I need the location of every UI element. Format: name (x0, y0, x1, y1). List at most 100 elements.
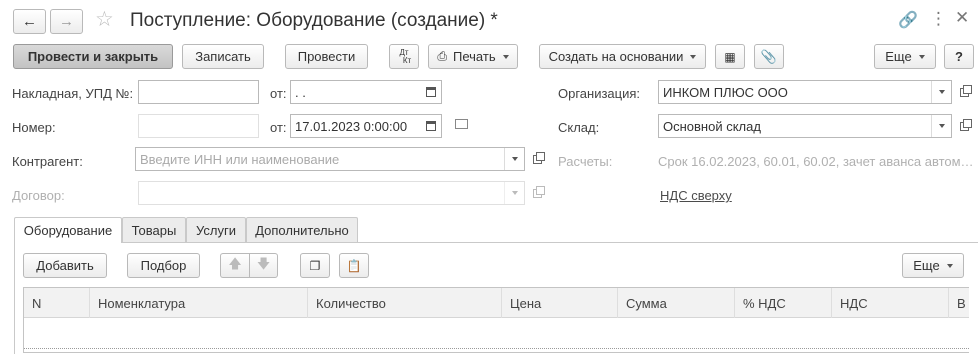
open-icon (532, 185, 545, 198)
help-button[interactable]: ? (944, 44, 974, 69)
column-header-vat-rate[interactable]: % НДС (735, 288, 832, 318)
warehouse-value: Основной склад (663, 118, 761, 134)
open-icon (959, 118, 972, 131)
column-header-price[interactable]: Цена (502, 288, 618, 318)
table-more-label: Еще (913, 258, 940, 273)
counterparty-label: Контрагент: (12, 154, 83, 169)
arrow-up-icon: 🡅 (228, 255, 242, 271)
write-button[interactable]: Записать (182, 44, 264, 69)
number-label: Номер: (12, 120, 56, 135)
chevron-down-icon (511, 191, 518, 195)
link-icon[interactable]: 🔗 (898, 10, 918, 30)
open-icon (959, 84, 972, 97)
column-header-vat[interactable]: НДС (832, 288, 949, 318)
move-up-button[interactable]: 🡅 (220, 253, 249, 278)
chevron-down-icon (511, 157, 518, 161)
chevron-down-icon (938, 90, 945, 94)
organization-value: ИНКОМ ПЛЮС ООО (663, 84, 788, 100)
paste-button[interactable]: 📋 (339, 253, 369, 278)
warehouse-dropdown-button[interactable] (931, 115, 951, 137)
number-input[interactable] (138, 114, 259, 138)
copy-button[interactable]: ❐ (300, 253, 330, 278)
chevron-down-icon (918, 54, 925, 59)
tab-goods[interactable]: Товары (122, 217, 186, 242)
close-icon[interactable]: ✕ (955, 8, 969, 28)
date-input[interactable]: 17.01.2023 0:00:00 (290, 114, 442, 138)
comment-icon[interactable] (455, 119, 468, 129)
tab-services[interactable]: Услуги (186, 217, 246, 242)
chevron-down-icon (938, 124, 945, 128)
attach-button[interactable]: 📎 (754, 44, 784, 69)
arrow-right-icon: → (59, 13, 74, 30)
calendar-button[interactable] (421, 115, 441, 137)
table-more-button[interactable]: Еще (902, 253, 964, 278)
date-from-label: от: (270, 120, 287, 135)
column-header-quantity[interactable]: Количество (308, 288, 502, 318)
warehouse-open-button[interactable] (953, 114, 975, 138)
copy-icon: ❐ (309, 258, 321, 273)
counterparty-open-button[interactable] (526, 147, 548, 171)
calendar-button[interactable] (421, 81, 441, 103)
chevron-down-icon (946, 263, 953, 268)
tab-equipment[interactable]: Оборудование (14, 217, 122, 243)
more-button[interactable]: Еще (874, 44, 936, 69)
organization-open-button[interactable] (953, 80, 975, 104)
kt-label: Кт (402, 55, 412, 65)
counterparty-dropdown-button[interactable] (504, 148, 524, 170)
chevron-down-icon (690, 54, 697, 59)
date-value: 17.01.2023 0:00:00 (295, 118, 408, 134)
forward-button[interactable]: → (50, 9, 83, 34)
organization-label: Организация: (558, 86, 641, 101)
dt-kt-button[interactable]: Дт Кт (389, 44, 419, 69)
invoice-number-input[interactable] (138, 80, 259, 104)
contract-dropdown-button (504, 182, 524, 204)
arrow-left-icon: ← (22, 13, 37, 30)
tab-additional[interactable]: Дополнительно (246, 217, 358, 242)
contract-label: Договор: (12, 188, 65, 203)
contract-input (138, 181, 525, 205)
select-button[interactable]: Подбор (127, 253, 200, 278)
more-vert-icon[interactable]: ⋮ (930, 9, 947, 29)
calendar-icon (426, 87, 436, 97)
invoice-from-label: от: (270, 86, 287, 101)
post-and-close-button[interactable]: Провести и закрыть (13, 44, 173, 69)
print-button[interactable]: ⎙ Печать (428, 44, 518, 69)
vat-link[interactable]: НДС сверху (660, 188, 732, 203)
paste-icon: 📋 (346, 258, 362, 273)
column-header-n[interactable]: N (24, 288, 90, 318)
open-icon (532, 151, 545, 164)
arrow-down-icon: 🡇 (256, 255, 271, 271)
favorite-star-icon[interactable]: ☆ (95, 7, 114, 32)
invoice-date-value: . . (295, 84, 306, 100)
structure-icon: ▦ (724, 49, 736, 64)
printer-icon: ⎙ (437, 49, 447, 63)
add-button[interactable]: Добавить (23, 253, 107, 278)
back-button[interactable]: ← (13, 9, 46, 34)
warehouse-input[interactable]: Основной склад (658, 114, 952, 138)
invoice-label: Накладная, УПД №: (12, 86, 134, 101)
organization-dropdown-button[interactable] (931, 81, 951, 103)
counterparty-input[interactable]: Введите ИНН или наименование (135, 147, 525, 171)
warehouse-label: Склад: (558, 120, 600, 135)
settlements-label: Расчеты: (558, 154, 613, 169)
column-header-sum[interactable]: Сумма (618, 288, 735, 318)
chevron-down-icon (502, 54, 509, 59)
table-row-separator (24, 348, 969, 349)
counterparty-placeholder: Введите ИНН или наименование (140, 151, 340, 167)
structure-button[interactable]: ▦ (715, 44, 745, 69)
window-title: Поступление: Оборудование (создание) * (130, 10, 498, 31)
settlements-value[interactable]: Срок 16.02.2023, 60.01, 60.02, зачет ава… (658, 154, 976, 169)
organization-input[interactable]: ИНКОМ ПЛЮС ООО (658, 80, 952, 104)
invoice-date-input[interactable]: . . (290, 80, 442, 104)
column-header-more[interactable]: В (949, 288, 969, 318)
create-based-on-label: Создать на основании (548, 49, 684, 64)
move-down-button[interactable]: 🡇 (249, 253, 278, 278)
contract-open-button (526, 181, 548, 205)
post-button[interactable]: Провести (285, 44, 368, 69)
create-based-on-button[interactable]: Создать на основании (539, 44, 706, 69)
column-header-nomenclature[interactable]: Номенклатура (90, 288, 308, 318)
calendar-icon (426, 121, 436, 131)
more-label: Еще (885, 49, 912, 64)
paperclip-icon: 📎 (760, 48, 778, 64)
print-label: Печать (453, 49, 496, 64)
